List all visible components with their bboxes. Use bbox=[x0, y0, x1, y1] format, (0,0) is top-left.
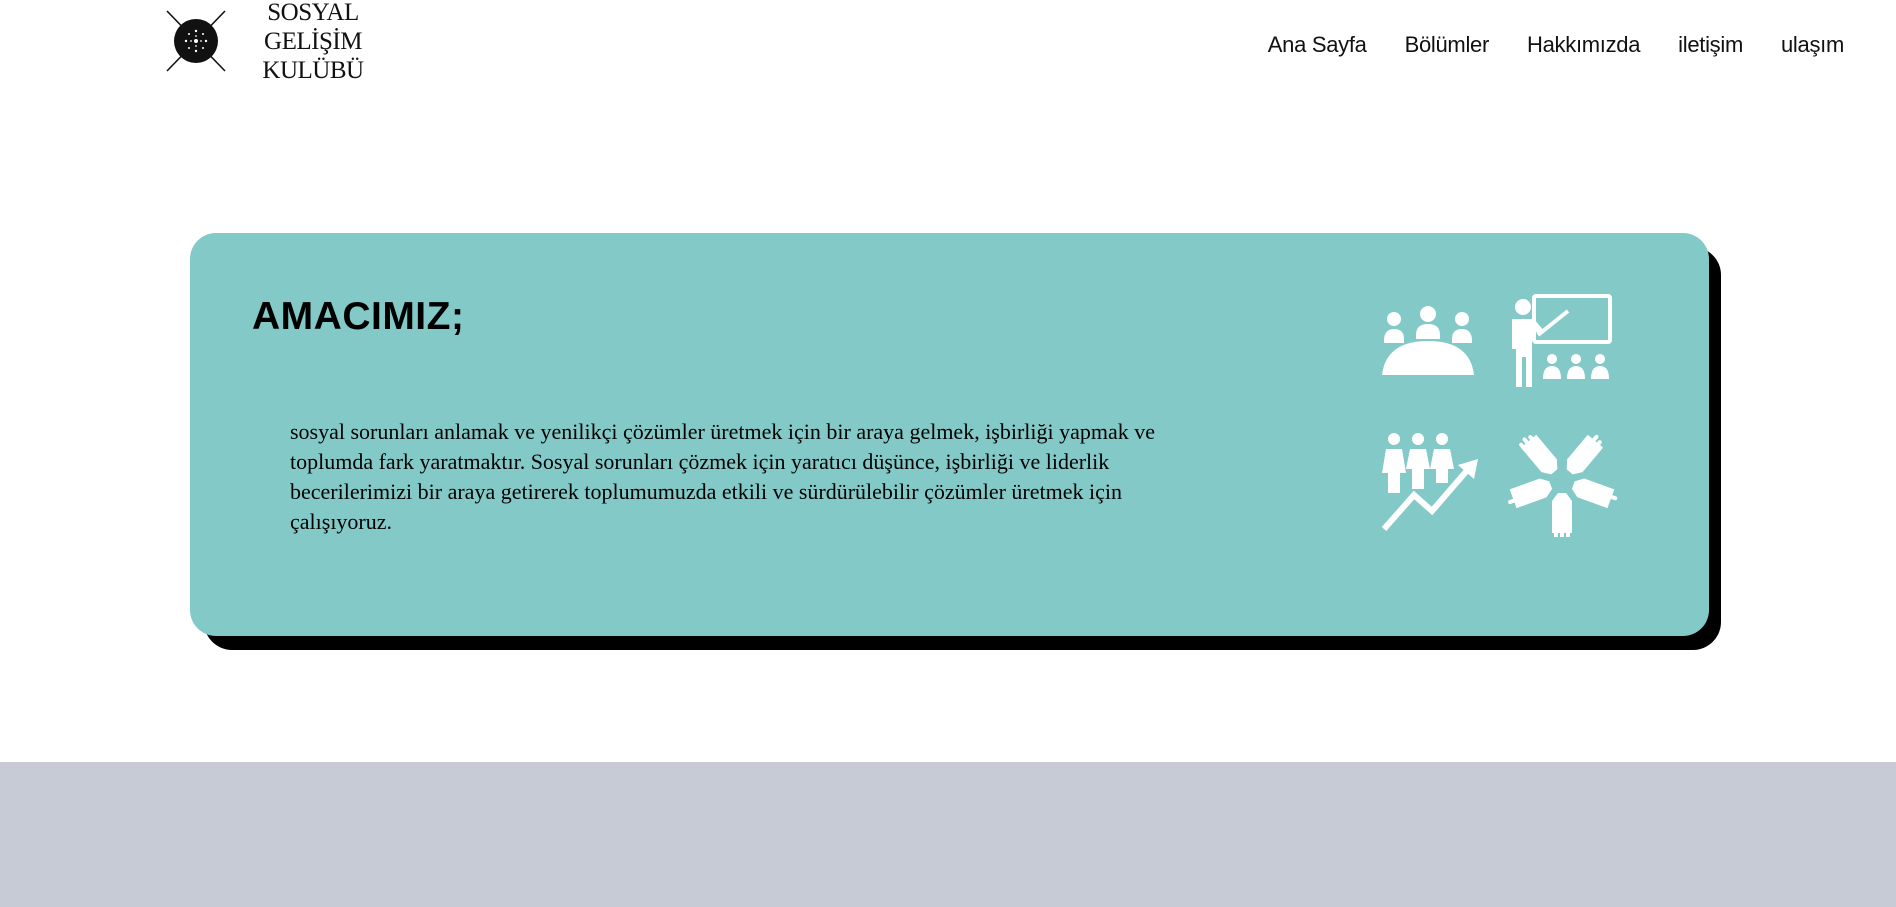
nav-link-sections[interactable]: Bölümler bbox=[1405, 32, 1490, 58]
meeting-group-icon bbox=[1382, 306, 1474, 375]
teamwork-hands-icon bbox=[1508, 434, 1618, 537]
club-emblem-icon bbox=[166, 10, 226, 72]
nav-link-contact[interactable]: iletişim bbox=[1678, 32, 1743, 58]
card-title: AMACIMIZ; bbox=[252, 295, 465, 338]
card-body-text: sosyal sorunları anlamak ve yenilikçi çö… bbox=[290, 419, 1156, 534]
icon-grid bbox=[1378, 293, 1638, 543]
footer-band bbox=[0, 762, 1896, 907]
site-logo[interactable]: SOSYAL GELİŞİM KULÜBÜ bbox=[165, 0, 397, 84]
teacher-presentation-icon bbox=[1512, 294, 1612, 387]
logo-text: SOSYAL GELİŞİM KULÜBÜ bbox=[229, 0, 397, 85]
purpose-card: AMACIMIZ; sosyal sorunları anlamak ve ye… bbox=[190, 233, 1709, 636]
main-nav: Ana Sayfa Bölümler Hakkımızda iletişim u… bbox=[1230, 32, 1845, 58]
logo-line-1: SOSYAL GELİŞİM bbox=[264, 0, 362, 55]
nav-link-transport[interactable]: ulaşım bbox=[1781, 32, 1844, 58]
logo-line-2: KULÜBÜ bbox=[262, 56, 364, 84]
nav-link-home[interactable]: Ana Sayfa bbox=[1268, 32, 1367, 58]
nav-link-about[interactable]: Hakkımızda bbox=[1527, 32, 1640, 58]
team-growth-icon bbox=[1381, 433, 1478, 531]
